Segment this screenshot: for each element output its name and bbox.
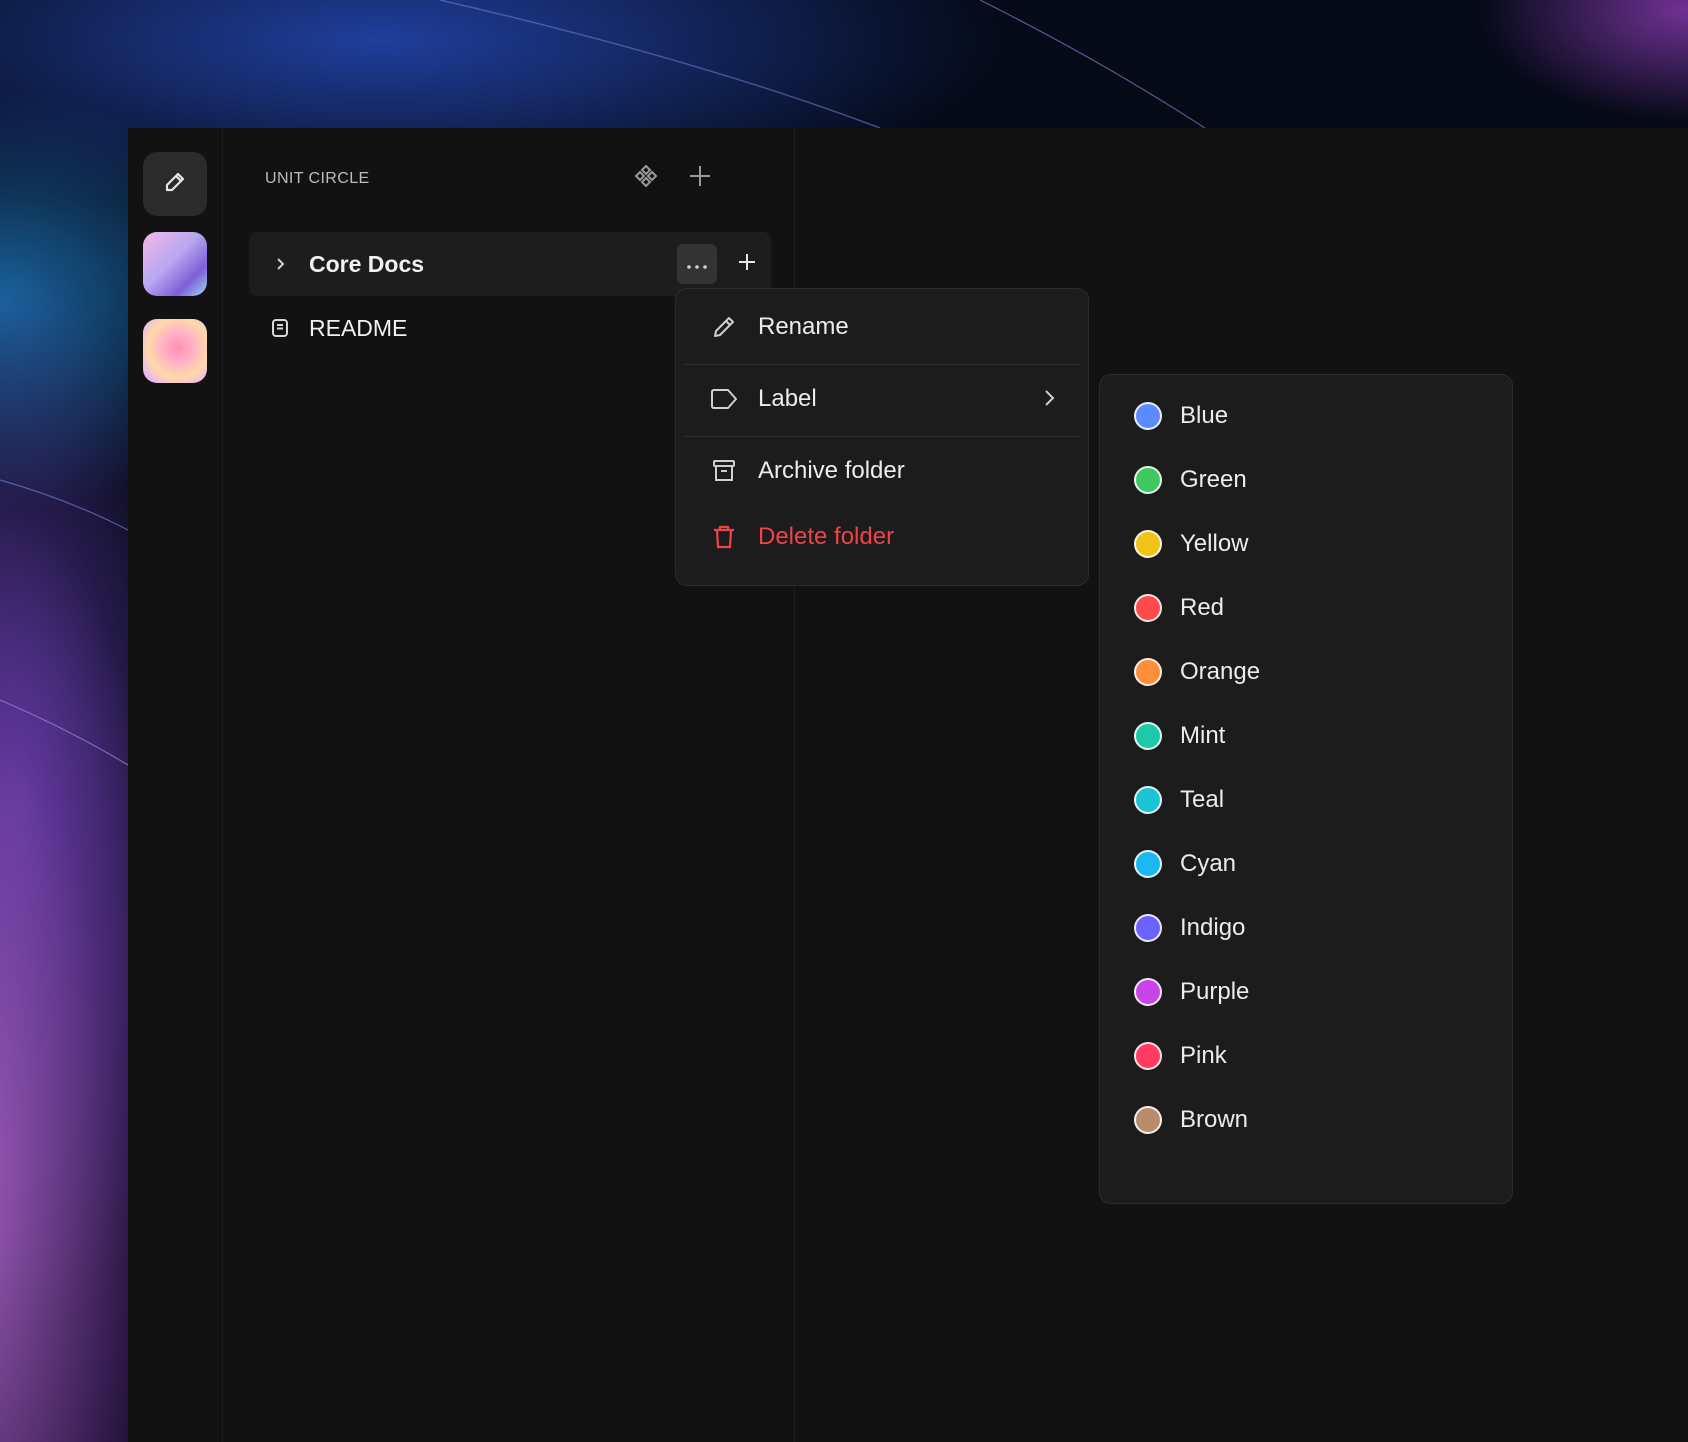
color-swatch <box>1134 850 1162 878</box>
color-swatch <box>1134 658 1162 686</box>
color-swatch <box>1134 466 1162 494</box>
ellipsis-icon <box>686 254 708 275</box>
document-icon <box>265 318 295 338</box>
color-option-indigo[interactable]: Indigo <box>1108 898 1504 958</box>
color-option-orange[interactable]: Orange <box>1108 642 1504 702</box>
color-swatch <box>1134 402 1162 430</box>
color-option-blue[interactable]: Blue <box>1108 386 1504 446</box>
color-swatch <box>1134 1106 1162 1134</box>
color-swatch <box>1134 1042 1162 1070</box>
color-option-mint[interactable]: Mint <box>1108 706 1504 766</box>
color-swatch <box>1134 530 1162 558</box>
chevron-right-icon <box>1042 387 1056 414</box>
plus-icon <box>688 164 712 193</box>
color-option-pink[interactable]: Pink <box>1108 1026 1504 1086</box>
color-option-red[interactable]: Red <box>1108 578 1504 638</box>
edit-button[interactable] <box>143 152 207 216</box>
space-avatar-2[interactable] <box>143 319 207 383</box>
color-swatch <box>1134 722 1162 750</box>
plus-icon <box>737 252 757 277</box>
color-swatch <box>1134 594 1162 622</box>
pencil-check-icon <box>161 168 189 201</box>
color-swatch <box>1134 978 1162 1006</box>
archive-icon <box>704 458 744 484</box>
menu-item-archive-folder[interactable]: Archive folder <box>684 437 1080 505</box>
label-color-submenu: Blue Green Yellow Red Orange Mint Teal C… <box>1099 374 1513 1204</box>
component-icon <box>633 163 659 194</box>
tree-item-core-docs[interactable]: Core Docs <box>249 232 771 296</box>
pencil-icon <box>704 314 744 340</box>
menu-item-delete-folder[interactable]: Delete folder <box>684 503 1080 571</box>
space-rail <box>128 128 223 1442</box>
color-swatch <box>1134 786 1162 814</box>
more-options-button[interactable] <box>677 244 717 284</box>
add-doc-button[interactable] <box>684 162 716 194</box>
add-to-folder-button[interactable] <box>727 244 767 284</box>
menu-item-label[interactable]: Label <box>684 365 1080 433</box>
color-swatch <box>1134 914 1162 942</box>
color-option-teal[interactable]: Teal <box>1108 770 1504 830</box>
tree-item-label: Core Docs <box>309 250 425 277</box>
tag-icon <box>704 388 744 410</box>
workspace-title: UNIT CIRCLE <box>265 170 370 187</box>
trash-icon <box>704 524 744 550</box>
folder-context-menu: Rename Label Archive folder Delete folde… <box>675 288 1089 586</box>
chevron-right-icon[interactable] <box>265 257 295 271</box>
component-button[interactable] <box>630 162 662 194</box>
color-option-green[interactable]: Green <box>1108 450 1504 510</box>
color-option-cyan[interactable]: Cyan <box>1108 834 1504 894</box>
color-option-purple[interactable]: Purple <box>1108 962 1504 1022</box>
color-option-yellow[interactable]: Yellow <box>1108 514 1504 574</box>
tree-item-label: README <box>309 314 408 341</box>
space-avatar-1[interactable] <box>143 232 207 296</box>
menu-item-rename[interactable]: Rename <box>684 293 1080 361</box>
color-option-brown[interactable]: Brown <box>1108 1090 1504 1150</box>
